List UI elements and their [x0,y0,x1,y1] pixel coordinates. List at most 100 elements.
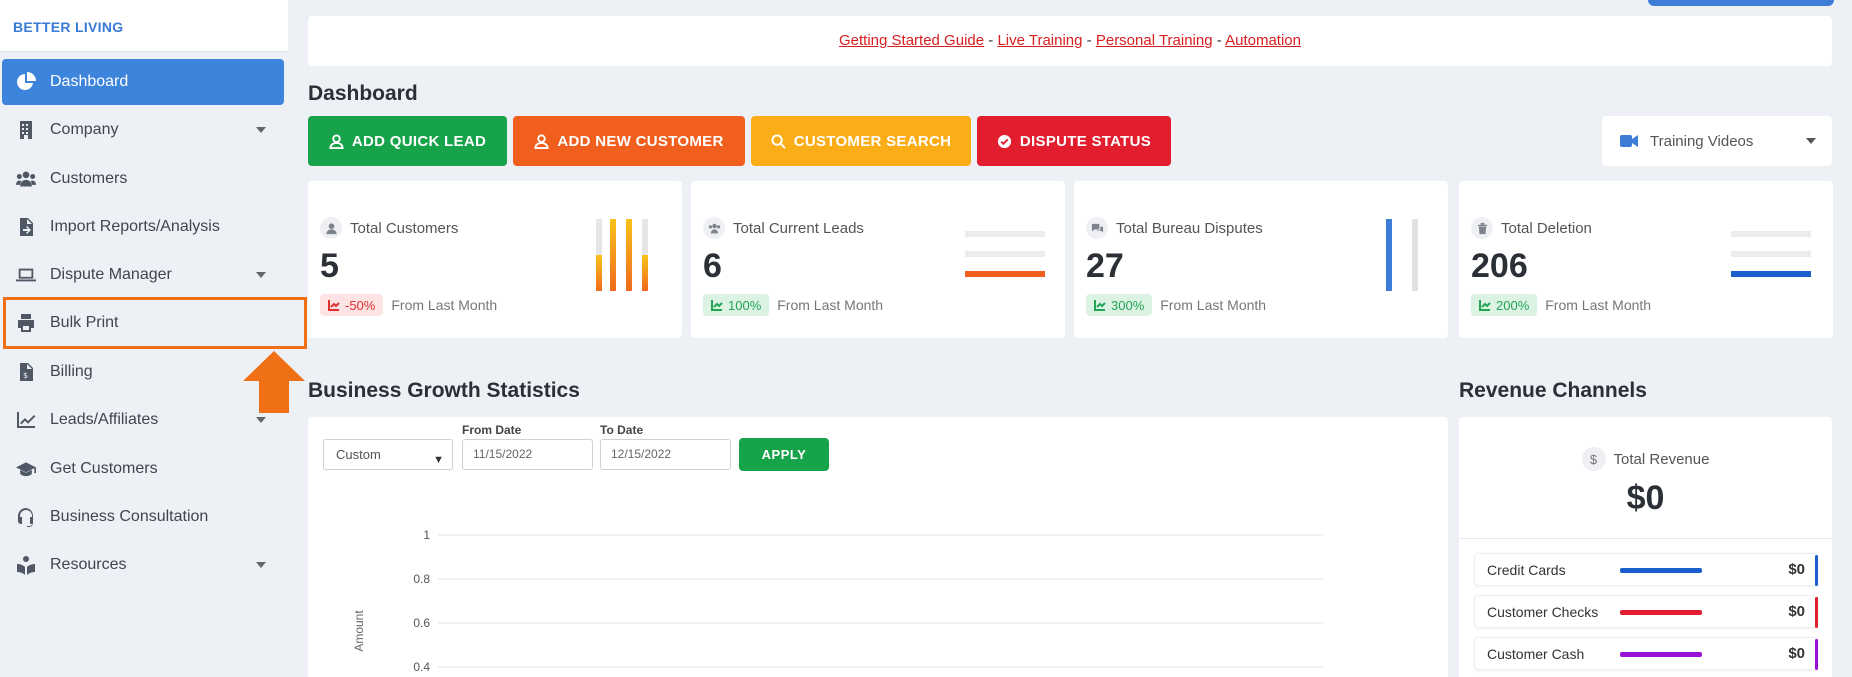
delta-badge: 200% [1471,294,1538,316]
live-training-link[interactable]: Live Training [997,32,1082,49]
link-separator: - [1086,32,1092,49]
y-axis-label: Amount [352,610,366,652]
channel-name: Credit Cards [1487,561,1566,578]
chevron-down-icon [256,417,266,423]
dropdown-label: Training Videos [1650,132,1754,150]
channel-accent [1815,639,1818,670]
stat-value: 6 [703,247,722,285]
sidebar-item-customers[interactable]: Customers [2,156,284,202]
sidebar-item-company[interactable]: Company [2,107,284,153]
channel-amount: $0 [1788,561,1805,578]
users-icon [703,217,725,239]
growth-panel: Custom ▼ From Date 11/15/2022 To Date 12… [308,417,1448,677]
total-revenue-value: $0 [1626,479,1665,517]
channel-accent [1815,597,1818,628]
user-icon [320,217,342,239]
revenue-panel: $ Total Revenue $0 Credit Cards $0 Custo… [1459,417,1832,677]
bulk-print-highlight [3,297,307,349]
stat-card-total-bureau-disputes: Total Bureau Disputes 27 300% From Last … [1074,181,1448,338]
headset-icon [16,507,42,527]
range-select[interactable]: Custom ▼ [323,439,453,470]
sidebar: BETTER LIVING Dashboard Company Customer… [0,0,307,677]
sidebar-item-resources[interactable]: Resources [2,542,284,588]
svg-text:$: $ [23,371,28,380]
sidebar-item-label: Resources [50,556,127,573]
stat-card-total-current-leads: Total Current Leads 6 100% From Last Mon… [691,181,1065,338]
chart-line-icon [1479,300,1491,311]
delta-value: 100% [728,297,762,313]
add-new-customer-button[interactable]: ADD NEW CUSTOMER [513,116,745,166]
delta-value: -50% [345,297,376,313]
dispute-status-button[interactable]: DISPUTE STATUS [977,116,1171,166]
sidebar-item-label: Company [50,121,119,138]
range-select-value: Custom [336,447,381,462]
to-date-input[interactable]: 12/15/2022 [600,439,731,470]
growth-line-chart: Amount 1 0.8 0.6 0.4 [352,528,1323,674]
stat-label: Total Deletion [1501,219,1592,237]
delta-badge: -50% [320,294,384,316]
graduation-cap-icon [16,459,42,479]
brand-logo[interactable]: BETTER LIVING [0,0,288,52]
sparkline-bars [596,219,648,291]
sidebar-item-import-reports[interactable]: Import Reports/Analysis [2,204,284,250]
channel-name: Customer Checks [1487,603,1599,620]
sidebar-item-dispute-manager[interactable]: Dispute Manager [2,252,284,298]
customer-search-button[interactable]: CUSTOMER SEARCH [751,116,971,166]
link-separator: - [988,32,994,49]
stat-label: Total Customers [350,219,459,237]
channel-amount: $0 [1788,645,1805,662]
pie-chart-icon [16,72,42,92]
channel-bar [1620,652,1702,657]
revenue-row-customer-checks: Customer Checks $0 [1474,595,1818,628]
comments-icon [1086,217,1108,239]
user-icon [329,133,344,149]
button-label: CUSTOMER SEARCH [793,132,952,150]
to-date-label: To Date [600,423,644,437]
chevron-down-icon [256,272,266,278]
sidebar-item-label: Billing [50,363,93,380]
delta-note: From Last Month [1545,297,1652,313]
sidebar-item-label: Leads/Affiliates [50,411,159,428]
channel-name: Customer Cash [1487,645,1585,662]
apply-button[interactable]: APPLY [739,438,829,471]
button-label: ADD NEW CUSTOMER [557,132,724,150]
caret-down-icon: ▼ [433,454,444,466]
channel-bar [1620,610,1702,615]
chevron-down-icon [1806,138,1816,144]
revenue-row-credit-cards: Credit Cards $0 [1474,553,1818,586]
search-icon [771,133,786,149]
laptop-icon [16,265,42,285]
growth-section-title: Business Growth Statistics [308,379,580,402]
from-date-input[interactable]: 11/15/2022 [462,439,593,470]
personal-training-link[interactable]: Personal Training [1096,32,1213,49]
chevron-down-icon [256,562,266,568]
help-links-banner: Getting Started Guide - Live Training - … [308,16,1832,66]
total-revenue-label: Total Revenue [1613,450,1710,468]
sidebar-item-billing[interactable]: $ Billing [2,349,284,395]
training-videos-dropdown[interactable]: Training Videos [1602,116,1832,166]
sidebar-item-label: Get Customers [50,460,158,477]
getting-started-link[interactable]: Getting Started Guide [839,32,984,49]
users-icon [16,169,42,189]
sidebar-item-business-consultation[interactable]: Business Consultation [2,494,284,540]
add-quick-lead-button[interactable]: ADD QUICK LEAD [308,116,507,166]
top-right-button-edge[interactable] [1648,0,1834,6]
sidebar-item-dashboard[interactable]: Dashboard [2,59,284,105]
sparkline-bars [965,231,1045,277]
channel-accent [1815,555,1818,586]
sidebar-item-label: Customers [50,170,128,187]
y-tick-label: 1 [423,528,430,542]
chart-line-icon [1094,300,1106,311]
channel-amount: $0 [1788,603,1805,620]
y-tick-label: 0.8 [413,572,430,586]
trash-icon [1471,217,1493,239]
sidebar-item-get-customers[interactable]: Get Customers [2,446,284,492]
arrow-up-icon [243,351,305,413]
delta-value: 200% [1496,297,1530,313]
invoice-icon: $ [16,362,42,382]
chart-line-icon [328,300,340,311]
sidebar-item-leads-affiliates[interactable]: Leads/Affiliates [2,397,284,443]
automation-link[interactable]: Automation [1225,32,1301,49]
y-tick-label: 0.6 [413,616,430,630]
sparkline-bars [1731,231,1811,277]
